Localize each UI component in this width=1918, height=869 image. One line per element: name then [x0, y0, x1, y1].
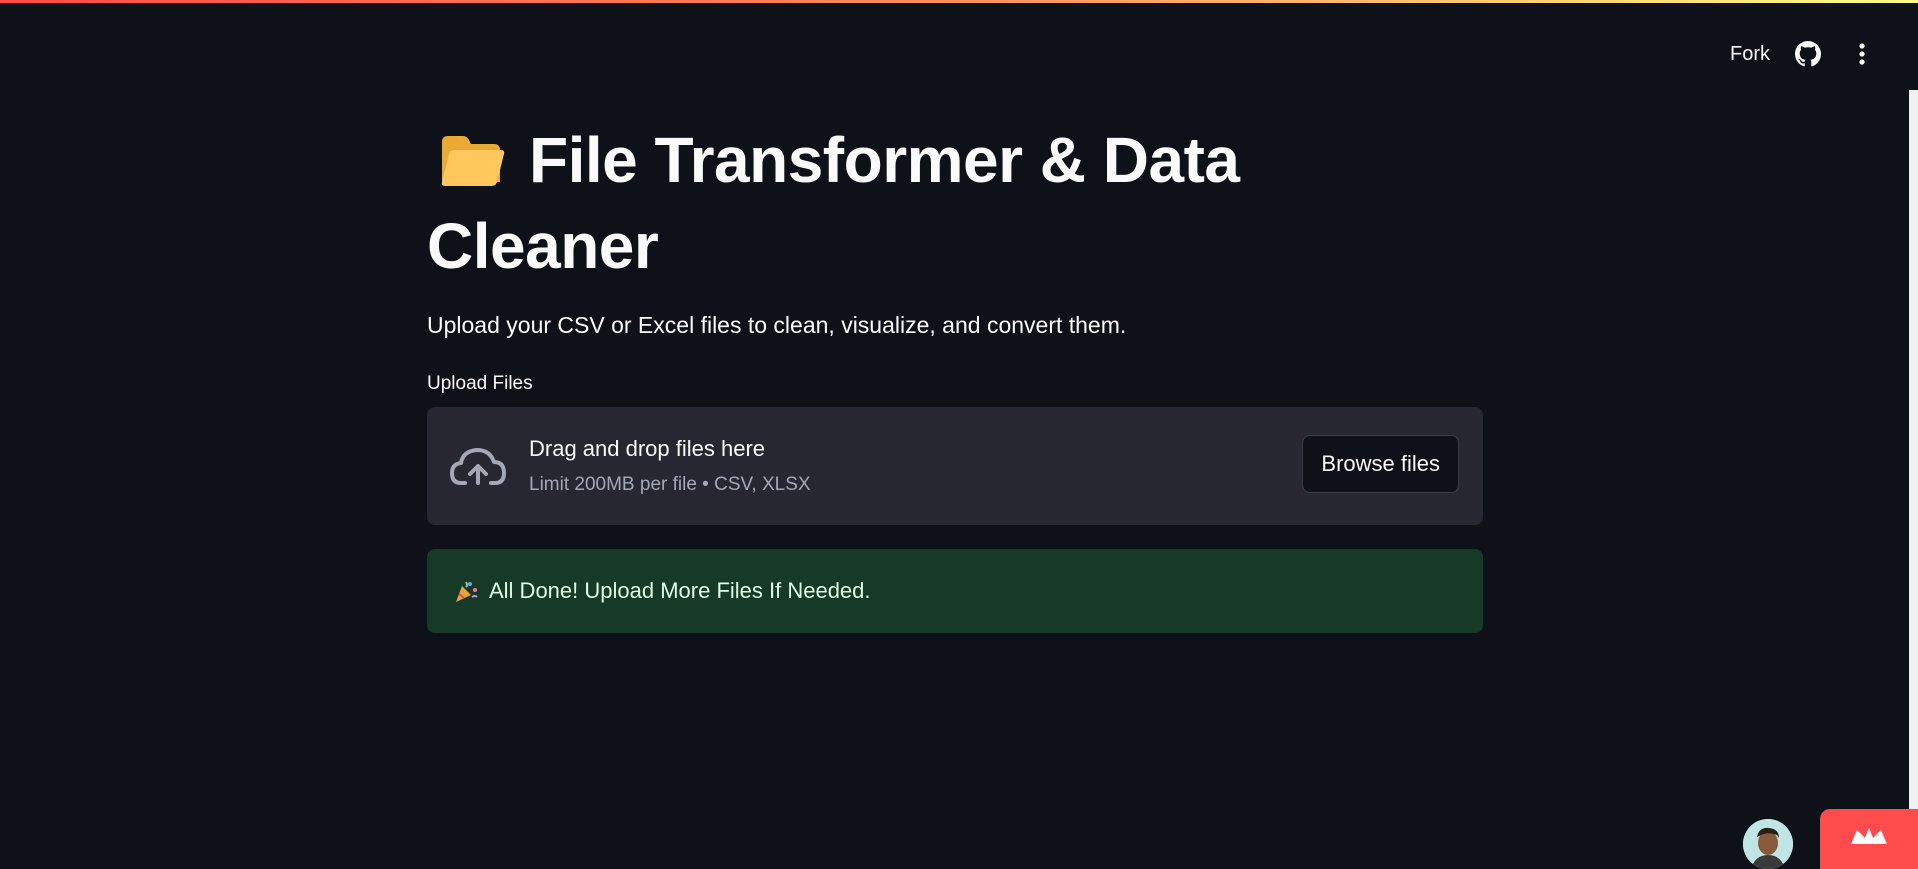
page-title-block: File Transformer & Data Cleaner [427, 120, 1483, 286]
header-toolbar: Fork [1730, 36, 1878, 72]
streamlit-crown-icon [1849, 826, 1889, 853]
page-title: File Transformer & Data Cleaner [427, 124, 1240, 282]
file-dropzone[interactable]: Drag and drop files here Limit 200MB per… [427, 407, 1483, 525]
github-icon[interactable] [1792, 38, 1824, 70]
more-vertical-icon[interactable] [1846, 38, 1878, 70]
file-limit-text: Limit 200MB per file • CSV, XLSX [529, 474, 811, 495]
fork-link[interactable]: Fork [1730, 43, 1770, 66]
main-content: File Transformer & Data Cleaner Upload y… [427, 120, 1483, 633]
cloud-upload-icon [449, 444, 507, 488]
success-message: All Done! Upload More Files If Needed. [489, 578, 871, 603]
page-subtitle: Upload your CSV or Excel files to clean,… [427, 312, 1127, 338]
party-popper-icon [453, 578, 479, 604]
upload-label: Upload Files [427, 373, 533, 394]
user-avatar[interactable] [1743, 819, 1793, 869]
drop-instructions: Drag and drop files here [529, 436, 766, 461]
streamlit-badge[interactable] [1820, 809, 1918, 869]
dropzone-text: Drag and drop files here Limit 200MB per… [529, 436, 811, 496]
browse-files-button[interactable]: Browse files [1302, 435, 1459, 493]
open-folder-icon [439, 126, 505, 206]
success-alert: All Done! Upload More Files If Needed. [427, 549, 1483, 633]
scrollbar[interactable] [1909, 90, 1918, 869]
top-gradient-bar [0, 0, 1918, 3]
